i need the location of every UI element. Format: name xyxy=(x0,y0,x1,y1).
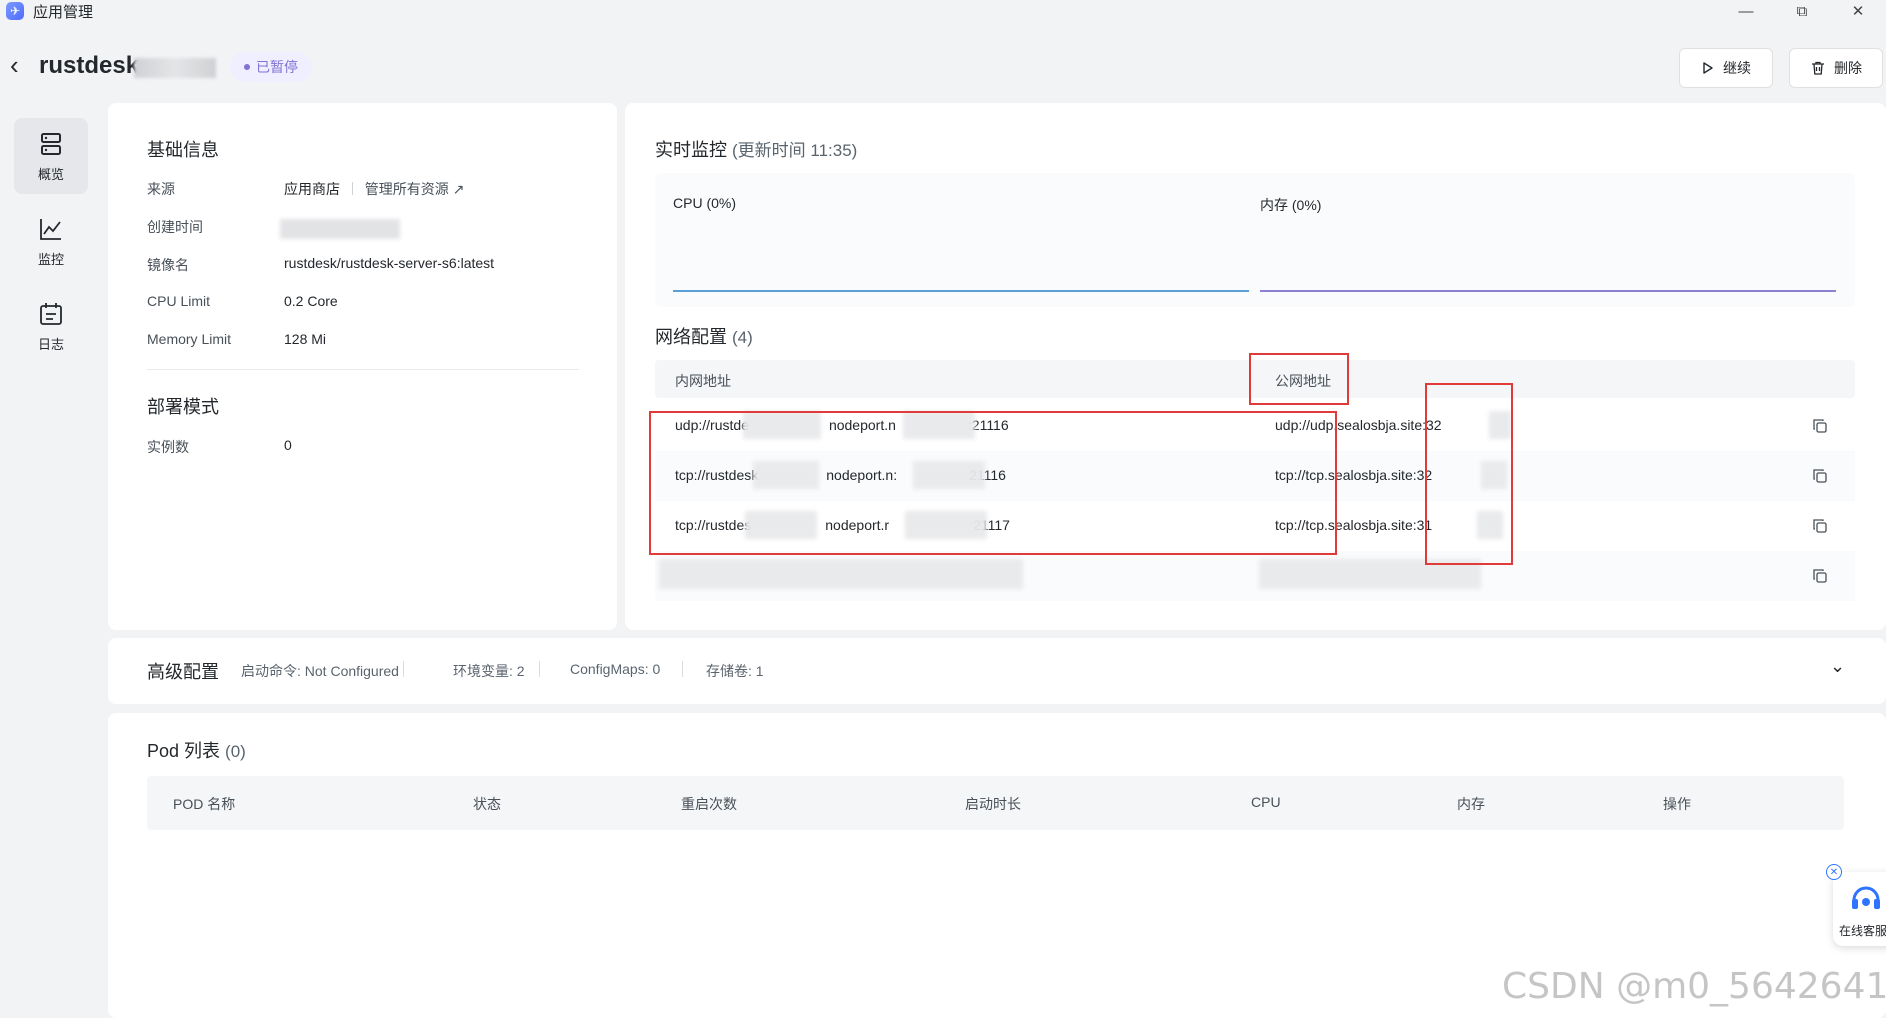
back-arrow-icon[interactable]: ‹ xyxy=(10,52,19,78)
col-actions: 操作 xyxy=(1663,796,1691,812)
col-pod-name: POD 名称 xyxy=(173,796,236,812)
start-command-info: 启动命令: Not Configured xyxy=(241,663,399,679)
delete-label: 删除 xyxy=(1834,60,1862,76)
source-label: 来源 xyxy=(147,181,175,197)
sidebar-item-label: 概览 xyxy=(37,166,64,182)
sidebar: 概览 监控 日志 xyxy=(3,103,99,1018)
annotation-box-ports xyxy=(1425,383,1513,565)
support-label: 在线客服 xyxy=(1839,924,1886,938)
divider xyxy=(682,661,683,677)
log-icon xyxy=(40,302,62,325)
monitor-update-time: (更新时间 11:35) xyxy=(732,141,858,160)
continue-button[interactable]: 继续 xyxy=(1679,48,1773,88)
window-title: 应用管理 xyxy=(33,3,94,21)
pod-count: (0) xyxy=(225,742,246,761)
basic-info-title: 基础信息 xyxy=(147,140,219,160)
divider xyxy=(539,661,540,677)
page-header: ‹ rustdesk- 已暂停 继续 删除 xyxy=(0,38,1886,94)
col-memory: 内存 xyxy=(1457,796,1485,812)
continue-label: 继续 xyxy=(1723,60,1751,76)
maximize-button[interactable]: ⧉ xyxy=(1774,0,1830,22)
source-sep xyxy=(351,182,353,195)
instances-label: 实例数 xyxy=(147,439,189,455)
redacted-mask xyxy=(659,559,1023,589)
divider xyxy=(147,369,579,370)
internal-address-header: 内网地址 xyxy=(675,373,731,389)
copy-icon[interactable] xyxy=(1811,517,1829,535)
network-title-text: 网络配置 xyxy=(655,327,727,347)
memory-usage-line xyxy=(1260,290,1836,292)
copy-icon[interactable] xyxy=(1811,567,1829,585)
close-window-button[interactable]: ✕ xyxy=(1830,0,1886,22)
basic-info-card: 基础信息 来源 应用商店 管理所有资源 ↗ 创建时间 镜像名 rustdesk/… xyxy=(108,103,617,630)
sidebar-item-overview[interactable]: 概览 xyxy=(14,118,88,194)
col-uptime: 启动时长 xyxy=(965,796,1021,812)
image-label: 镜像名 xyxy=(147,257,189,273)
divider xyxy=(403,661,404,677)
pod-table-header: POD 名称 状态 重启次数 启动时长 CPU 内存 操作 xyxy=(147,776,1844,830)
cpu-usage-line xyxy=(673,290,1249,292)
status-dot xyxy=(244,64,250,70)
delete-button[interactable]: 删除 xyxy=(1789,48,1883,88)
sidebar-item-logs[interactable]: 日志 xyxy=(14,288,88,364)
manage-resources-link[interactable]: 管理所有资源 ↗ xyxy=(365,181,465,197)
memory-limit-label: Memory Limit xyxy=(147,331,232,347)
chart-icon xyxy=(40,218,61,240)
col-status: 状态 xyxy=(473,796,501,812)
monitor-title-text: 实时监控 xyxy=(655,140,727,160)
online-support-widget[interactable]: 在线客服 xyxy=(1833,872,1886,946)
network-count: (4) xyxy=(732,328,753,347)
sidebar-item-label: 监控 xyxy=(37,251,64,267)
annotation-box-public-header xyxy=(1249,353,1349,405)
chevron-down-icon[interactable]: ⌄ xyxy=(1830,656,1845,677)
source-value: 应用商店 管理所有资源 ↗ xyxy=(284,179,464,199)
advanced-config-card[interactable]: 高级配置 启动命令: Not Configured 环境变量: 2 Config… xyxy=(108,638,1886,704)
col-cpu: CPU xyxy=(1251,794,1281,810)
col-restarts: 重启次数 xyxy=(681,796,737,812)
memory-usage-label: 内存 (0%) xyxy=(1260,197,1322,213)
status-badge: 已暂停 xyxy=(230,52,312,82)
monitor-panel: CPU (0%) 内存 (0%) xyxy=(655,173,1855,307)
watermark: CSDN @m0_56426418 xyxy=(1502,966,1886,1007)
pod-list-title-text: Pod 列表 xyxy=(147,741,221,761)
cpu-limit-value: 0.2 Core xyxy=(284,293,338,309)
rocket-icon: ✈ xyxy=(6,2,24,20)
memory-limit-value: 128 Mi xyxy=(284,331,327,347)
instances-value: 0 xyxy=(284,437,292,453)
advanced-config-title: 高级配置 xyxy=(147,662,219,682)
window-titlebar: ✈ 应用管理 — ⧉ ✕ xyxy=(0,0,1886,22)
image-value: rustdesk/rustdesk-server-s6:latest xyxy=(284,255,495,271)
annotation-box-rows xyxy=(649,411,1337,555)
copy-icon[interactable] xyxy=(1811,467,1829,485)
sidebar-item-label: 日志 xyxy=(37,336,64,352)
overview-icon xyxy=(41,132,61,155)
redacted-name xyxy=(134,58,216,78)
trash-icon xyxy=(1812,61,1824,75)
play-icon xyxy=(1703,62,1713,74)
copy-icon[interactable] xyxy=(1811,417,1829,435)
cpu-usage-label: CPU (0%) xyxy=(673,195,737,211)
minimize-button[interactable]: — xyxy=(1718,0,1774,22)
pod-list-title: Pod 列表 (0) xyxy=(147,737,246,763)
configmaps-info: ConfigMaps: 0 xyxy=(570,661,661,677)
status-text: 已暂停 xyxy=(256,59,298,75)
sidebar-item-monitor[interactable]: 监控 xyxy=(14,203,88,279)
monitor-title: 实时监控 (更新时间 11:35) xyxy=(655,136,857,162)
page-title: rustdesk- xyxy=(39,52,148,79)
monitor-network-card: 实时监控 (更新时间 11:35) CPU (0%) 内存 (0%) 网络配置 … xyxy=(625,103,1886,630)
redacted-created-time xyxy=(280,219,400,239)
network-title: 网络配置 (4) xyxy=(655,323,753,349)
close-icon[interactable]: ✕ xyxy=(1826,864,1842,880)
cpu-limit-label: CPU Limit xyxy=(147,293,211,309)
source-store: 应用商店 xyxy=(284,181,340,197)
created-label: 创建时间 xyxy=(147,219,203,235)
deploy-mode-title: 部署模式 xyxy=(147,397,219,417)
env-vars-info: 环境变量: 2 xyxy=(453,663,525,679)
volumes-info: 存储卷: 1 xyxy=(706,663,764,679)
network-row xyxy=(655,551,1855,601)
headset-icon xyxy=(1852,886,1880,909)
